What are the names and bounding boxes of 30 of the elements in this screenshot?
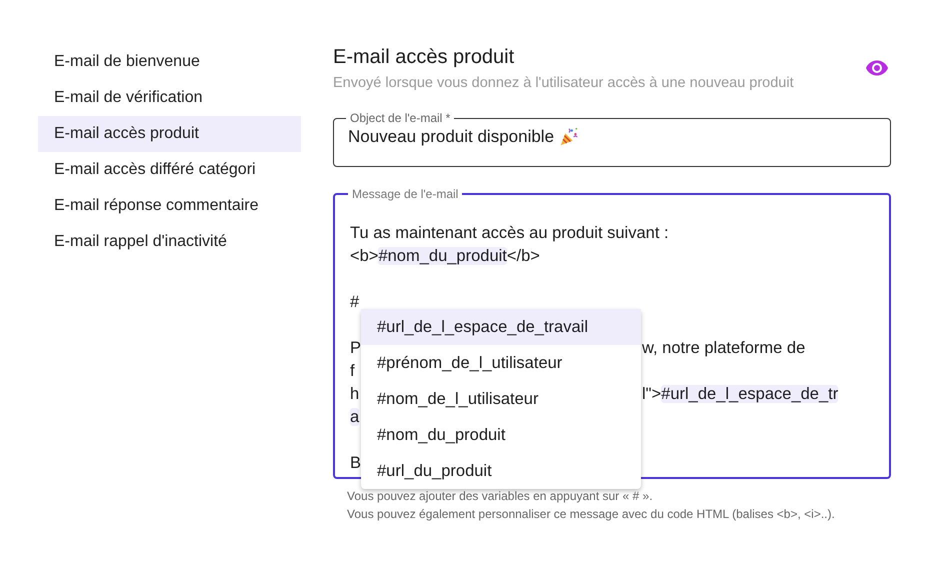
message-line: a — [350, 407, 360, 428]
field-label: Message de l'e-mail — [351, 187, 460, 201]
helper-text: Vous pouvez également personnaliser ce message avec du code HTML (balises <b>, <i>..). — [347, 506, 836, 523]
menu-item[interactable]: #url_de_l_espace_de_travail — [361, 309, 641, 345]
sidebar-item[interactable]: E-mail réponse commentaire — [38, 188, 301, 224]
message-line: h — [350, 384, 360, 405]
field-label: Object de l'e-mail * — [349, 111, 452, 125]
sidebar-item[interactable]: E-mail de bienvenue — [38, 44, 301, 80]
menu-item[interactable]: #nom_de_l_utilisateur — [361, 381, 641, 417]
page-subtitle: Envoyé lorsque vous donnez à l'utilisateur accès à une nouveau produit — [333, 75, 794, 91]
message-line: w, notre plateforme de — [642, 338, 806, 359]
helper-text: Vous pouvez ajouter des variables en appuyant sur « # ». — [347, 488, 654, 505]
menu-item[interactable]: #url_du_produit — [361, 453, 641, 489]
sidebar-item[interactable]: E-mail rappel d'inactivité — [38, 224, 301, 260]
menu-item[interactable]: #nom_du_produit — [361, 417, 641, 453]
party-popper-icon — [558, 126, 580, 148]
page-title: E-mail accès produit — [333, 46, 516, 69]
sidebar-item[interactable]: E-mail accès produit — [38, 116, 301, 152]
menu-item[interactable]: #prénom_de_l_utilisateur — [361, 345, 641, 381]
message-line: l">#url_de_l_espace_de_tr — [642, 384, 838, 405]
subject-field[interactable]: Object de l'e-mail * Nouveau produit disponible — [333, 111, 891, 167]
message-line: P — [350, 338, 362, 359]
field-value: Nouveau produit disponible — [348, 127, 554, 147]
message-line: <b>#nom_du_produit</b> — [350, 246, 540, 267]
message-line: Tu as maintenant accès au produit suivant : — [350, 223, 669, 244]
message-line: f — [350, 361, 355, 382]
message-line: # — [350, 292, 360, 313]
message-line: B — [350, 453, 362, 474]
sidebar-item[interactable]: E-mail de vérification — [38, 80, 301, 116]
sidebar-item[interactable]: E-mail accès différé catégori — [38, 152, 301, 188]
